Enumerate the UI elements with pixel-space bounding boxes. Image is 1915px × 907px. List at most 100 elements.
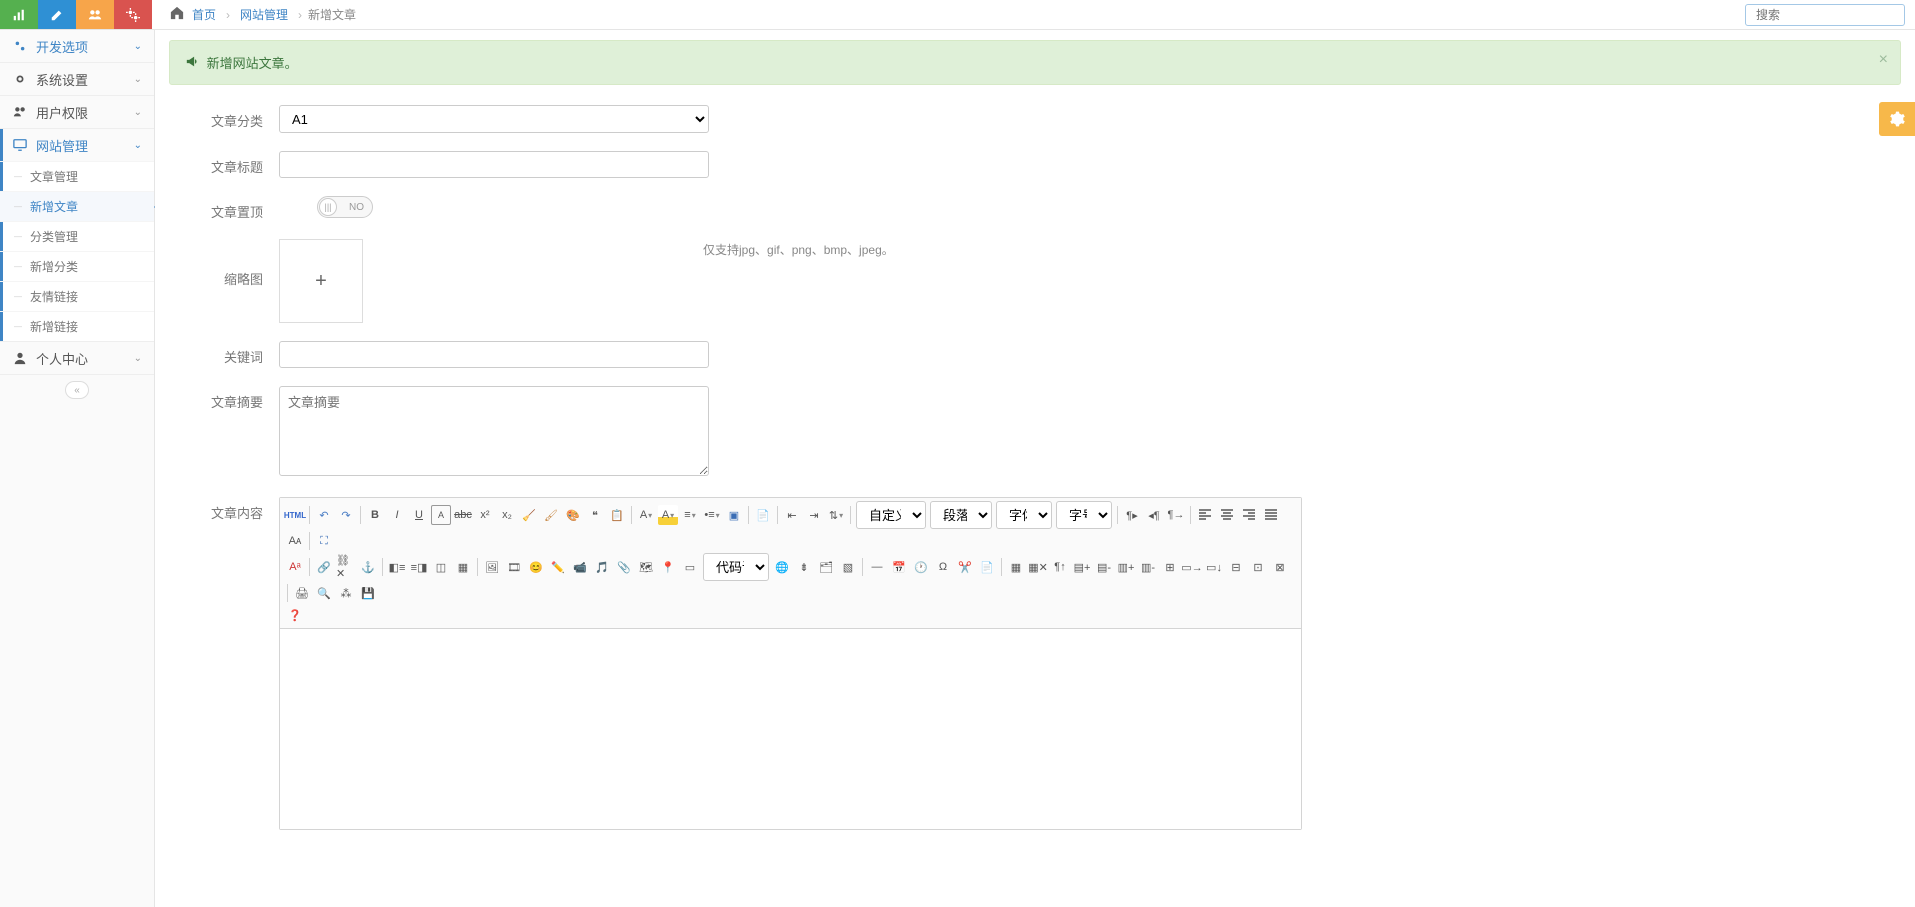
emotion-button[interactable]: 😊 — [526, 557, 546, 577]
search-box[interactable] — [1745, 4, 1905, 26]
undo-button[interactable]: ↶ — [314, 505, 334, 525]
snapscreen-button[interactable]: ✂️ — [955, 557, 975, 577]
link-button[interactable]: 🔗 — [314, 557, 334, 577]
scrawl-button[interactable]: ✏️ — [548, 557, 568, 577]
merge-cells-button[interactable]: ⊞ — [1160, 557, 1180, 577]
sidebar-item-personal[interactable]: 个人中心 ⌄ — [0, 342, 154, 374]
align-center-button[interactable] — [1217, 505, 1237, 525]
forecolor-button[interactable]: A▾ — [636, 505, 656, 525]
font-family-select[interactable]: 字体 — [996, 501, 1052, 529]
help-button[interactable]: ❓ — [285, 605, 305, 625]
delete-col-button[interactable]: ▥- — [1138, 557, 1158, 577]
blockquote-button[interactable]: ❝ — [585, 505, 605, 525]
background-button[interactable]: ▧ — [838, 557, 858, 577]
map-button[interactable]: 🗺 — [636, 557, 656, 577]
sidebar-sub-cat-mgmt[interactable]: 分类管理 — [0, 221, 154, 251]
merge-right-button[interactable]: ▭→ — [1182, 557, 1202, 577]
template-button[interactable]: 🗂 — [816, 557, 836, 577]
search-replace-button[interactable]: ⁂ — [336, 583, 356, 603]
indent-button[interactable]: ⇥ — [804, 505, 824, 525]
autotypeset-button[interactable]: 🎨 — [563, 505, 583, 525]
sidebar-item-site[interactable]: 网站管理 ⌄ — [0, 129, 154, 161]
alert-close-button[interactable]: × — [1879, 51, 1888, 69]
topbar-edit-button[interactable] — [38, 0, 76, 29]
unordered-list-button[interactable]: •≡▾ — [702, 505, 722, 525]
sidebar-sub-new-cat[interactable]: 新增分类 — [0, 251, 154, 281]
image-none-button[interactable]: ▦ — [453, 557, 473, 577]
page-break-button[interactable]: ⇟ — [794, 557, 814, 577]
insert-image-button[interactable]: 🖼 — [482, 557, 502, 577]
topbar-settings-button[interactable] — [114, 0, 152, 29]
multi-image-button[interactable]: 🎞 — [504, 557, 524, 577]
thumbnail-upload[interactable]: + — [279, 239, 363, 323]
split-rows-button[interactable]: ⊡ — [1248, 557, 1268, 577]
sidebar-sub-new-link[interactable]: 新增链接 — [0, 311, 154, 341]
editor-body[interactable] — [280, 629, 1301, 829]
date-button[interactable]: 📅 — [889, 557, 909, 577]
topbar-stats-button[interactable] — [0, 0, 38, 29]
paragraph-format-select[interactable]: 段落格式 — [930, 501, 992, 529]
remove-format-button[interactable]: 🧹 — [519, 505, 539, 525]
sidebar-sub-new-article[interactable]: 新增文章 — [0, 191, 154, 221]
sidebar-collapse-button[interactable]: « — [65, 381, 89, 399]
special-char-button[interactable]: Ω — [933, 557, 953, 577]
wordimage-button[interactable]: 📄 — [977, 557, 997, 577]
image-left-button[interactable]: ◧≡ — [387, 557, 407, 577]
sidebar-item-system[interactable]: 系统设置 ⌄ — [0, 63, 154, 95]
italic-button[interactable]: I — [387, 505, 407, 525]
align-right-button[interactable] — [1239, 505, 1259, 525]
touppercase-button[interactable]: Aᴀ — [285, 531, 305, 551]
sticky-toggle[interactable]: ||| NO — [317, 196, 373, 218]
font-border-button[interactable]: A — [431, 505, 451, 525]
webapp-button[interactable]: 🌐 — [772, 557, 792, 577]
custom-title-select[interactable]: 自定义标题 — [856, 501, 926, 529]
merge-down-button[interactable]: ▭↓ — [1204, 557, 1224, 577]
settings-panel-toggle[interactable] — [1879, 102, 1915, 136]
subscript-button[interactable]: x₂ — [497, 505, 517, 525]
attachment-button[interactable]: 📎 — [614, 557, 634, 577]
split-cols-button[interactable]: ⊠ — [1270, 557, 1290, 577]
image-right-button[interactable]: ≡◨ — [409, 557, 429, 577]
rtl-button[interactable]: ◂¶ — [1144, 505, 1164, 525]
music-button[interactable]: 🎵 — [592, 557, 612, 577]
line-height-button[interactable]: ⇅▾ — [826, 505, 846, 525]
ltr-button[interactable]: ¶▸ — [1122, 505, 1142, 525]
insert-row-button[interactable]: ▤+ — [1072, 557, 1092, 577]
insert-frame-button[interactable]: ▭ — [680, 557, 700, 577]
sidebar-item-user-perm[interactable]: 用户权限 ⌄ — [0, 96, 154, 128]
title-input[interactable] — [279, 151, 709, 178]
new-page-button[interactable]: 📄 — [753, 505, 773, 525]
backcolor-button[interactable]: A▾ — [658, 505, 678, 525]
superscript-button[interactable]: x² — [475, 505, 495, 525]
redo-button[interactable]: ↷ — [336, 505, 356, 525]
code-language-select[interactable]: 代码语言 — [703, 553, 769, 581]
delete-row-button[interactable]: ▤- — [1094, 557, 1114, 577]
breadcrumb-home[interactable]: 首页 — [192, 6, 216, 23]
sidebar-item-dev[interactable]: 开发选项 ⌄ — [0, 30, 154, 62]
gmap-button[interactable]: 📍 — [658, 557, 678, 577]
split-cells-button[interactable]: ⊟ — [1226, 557, 1246, 577]
delete-table-button[interactable]: ▦✕ — [1028, 557, 1048, 577]
insert-paragraph-before-button[interactable]: ¶↑ — [1050, 557, 1070, 577]
category-select[interactable]: A1 — [279, 105, 709, 133]
anchor-button[interactable]: ⚓ — [358, 557, 378, 577]
ordered-list-button[interactable]: ≡▾ — [680, 505, 700, 525]
print-button[interactable]: 🖨 — [292, 583, 312, 603]
paste-plain-button[interactable]: 📋 — [607, 505, 627, 525]
insert-video-button[interactable]: 📹 — [570, 557, 590, 577]
fullscreen-button[interactable]: ⛶ — [314, 531, 334, 551]
font-size-select[interactable]: 字号 — [1056, 501, 1112, 529]
horizontal-rule-button[interactable]: ― — [867, 557, 887, 577]
search-input[interactable] — [1756, 8, 1911, 22]
font-effect-button[interactable]: Aᵃ — [285, 557, 305, 577]
underline-button[interactable]: U — [409, 505, 429, 525]
outdent-button[interactable]: ⇤ — [782, 505, 802, 525]
insert-col-button[interactable]: ▥+ — [1116, 557, 1136, 577]
format-match-button[interactable]: 🖌 — [541, 505, 561, 525]
indent2em-button[interactable]: ¶→ — [1166, 505, 1186, 525]
summary-textarea[interactable] — [279, 386, 709, 476]
source-button[interactable]: HTML — [285, 505, 305, 525]
keywords-input[interactable] — [279, 341, 709, 368]
align-justify-button[interactable] — [1261, 505, 1281, 525]
time-button[interactable]: 🕐 — [911, 557, 931, 577]
